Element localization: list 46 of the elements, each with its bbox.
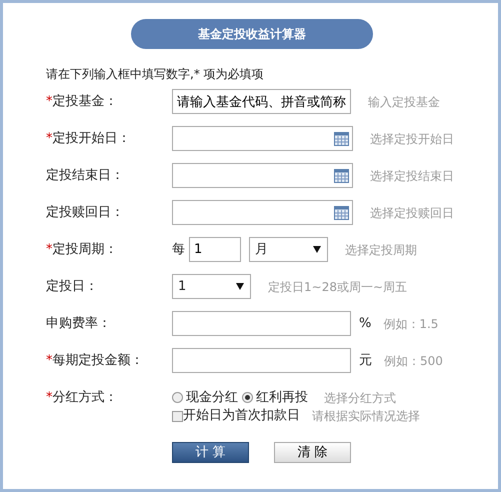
field-label: *定投开始日： <box>46 130 130 146</box>
radio-label: 现金分红 <box>186 388 238 407</box>
field-label: *定投基金： <box>46 94 118 109</box>
hint-text: 选择定投开始日 <box>370 130 454 148</box>
hint-text: 定投日1~28或周一~周五 <box>268 278 408 296</box>
hint-text: 选择定投赎回日 <box>370 204 454 222</box>
prefix-text: 每 <box>172 240 185 259</box>
date-field[interactable] <box>172 163 353 188</box>
radio-button[interactable] <box>242 392 253 403</box>
hint-text: 选择分红方式 <box>324 390 396 406</box>
hint-text: 请根据实际情况选择 <box>312 408 420 425</box>
day-select[interactable]: 1 <box>172 274 251 299</box>
hint-text: 选择定投周期 <box>345 242 417 258</box>
number-input[interactable] <box>172 311 351 336</box>
date-field[interactable] <box>172 126 353 151</box>
calendar-icon[interactable] <box>334 206 349 220</box>
hint-text: 选择定投结束日 <box>370 168 454 184</box>
hint-text: 输入定投基金 <box>368 94 440 110</box>
calendar-icon[interactable] <box>334 132 349 146</box>
field-label: *分红方式： <box>46 390 118 405</box>
unit-text: % <box>359 314 372 333</box>
field-label: 定投结束日： <box>46 168 124 183</box>
unit-text: 元 <box>359 352 372 370</box>
number-input[interactable] <box>172 348 351 373</box>
checkbox-label: 开始日为首次扣款日 <box>183 407 300 426</box>
period-input[interactable]: 1 <box>189 237 241 262</box>
field-label: 定投日： <box>46 278 98 294</box>
field-label: *每期定投金额： <box>46 352 144 368</box>
hint-text: 例如：500 <box>384 352 443 370</box>
checkbox[interactable] <box>172 410 183 422</box>
period-unit-select[interactable]: 月 <box>249 237 328 262</box>
field-label: 定投赎回日： <box>46 204 124 220</box>
clear-button[interactable]: 清 除 <box>274 442 351 463</box>
calculate-button[interactable]: 计 算 <box>172 442 249 463</box>
hint-text: 例如：1.5 <box>383 316 438 332</box>
date-field[interactable] <box>172 200 353 225</box>
radio-label: 红利再投 <box>256 388 308 407</box>
instruction-text: 请在下列输入框中填写数字,* 项为必填项 <box>46 66 265 83</box>
calendar-icon[interactable] <box>334 168 349 182</box>
field-label: *定投周期： <box>46 242 118 257</box>
caret-icon <box>236 283 244 290</box>
fund-input[interactable]: 请输入基金代码、拼音或简称 <box>172 89 351 114</box>
field-label: 申购费率： <box>46 316 111 331</box>
calculator-title: 基金定投收益计算器 <box>131 19 373 49</box>
caret-icon <box>313 246 321 253</box>
radio-button[interactable] <box>172 392 183 403</box>
